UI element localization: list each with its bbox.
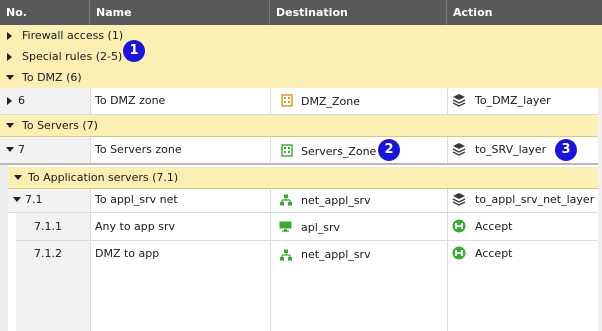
action-layer[interactable]: to_appl_srv_net_layer: [475, 193, 594, 206]
section-title: Special rules (2-5): [22, 50, 123, 63]
rule-number-cell: 7.1: [8, 189, 90, 212]
rule-number: 7: [18, 143, 25, 156]
rule-number: 7.1.1: [34, 220, 62, 233]
destination-object[interactable]: Servers_Zone: [301, 145, 376, 158]
destination-object[interactable]: net_appl_srv: [301, 248, 371, 261]
layers-icon: [452, 193, 466, 206]
layers-icon: [452, 143, 466, 156]
rulebase-table: No. Name Destination Action Firewall acc…: [0, 0, 602, 331]
callout-badge-1: 1: [123, 40, 145, 62]
table-row[interactable]: 7.1.2 DMZ to app net_appl_srv Accept: [16, 241, 602, 331]
table-row[interactable]: 7.1 To appl_srv net net_appl_srv to_appl…: [8, 189, 602, 213]
callout-badge-3: 3: [555, 139, 577, 161]
rule-name[interactable]: To appl_srv net: [95, 193, 178, 206]
table-row[interactable]: 6 To DMZ zone DMZ_Zone To_DMZ_layer: [0, 88, 602, 115]
column-action-label: Action: [453, 6, 493, 19]
column-header-name[interactable]: Name: [90, 0, 270, 25]
column-header-no[interactable]: No.: [0, 0, 90, 25]
action-layer[interactable]: To_DMZ_layer: [475, 94, 551, 107]
collapse-arrow-icon[interactable]: [6, 147, 14, 152]
section-to-application-servers[interactable]: To Application servers (7.1): [8, 167, 602, 189]
column-name-label: Name: [96, 6, 132, 19]
collapse-arrow-icon[interactable]: [13, 197, 21, 202]
rule-name[interactable]: To Servers zone: [95, 143, 182, 156]
section-title: Firewall access (1): [22, 29, 124, 42]
network-icon: [280, 194, 292, 206]
section-title: To DMZ (6): [22, 71, 82, 84]
accept-icon: [452, 219, 466, 233]
column-destination-label: Destination: [276, 6, 348, 19]
section-title: To Servers (7): [22, 119, 98, 132]
expand-arrow-icon[interactable]: [7, 97, 12, 105]
nesting-indent: [0, 165, 8, 331]
callout-badge-2: 2: [378, 139, 400, 161]
section-special-rules[interactable]: Special rules (2-5): [0, 46, 602, 68]
action-layer[interactable]: to_SRV_layer: [475, 143, 546, 156]
column-header-action[interactable]: Action: [447, 0, 602, 25]
table-row[interactable]: 7 To Servers zone Servers_Zone to_SRV_la…: [0, 137, 602, 165]
destination-object[interactable]: net_appl_srv: [301, 194, 371, 207]
collapse-arrow-icon[interactable]: [6, 75, 14, 80]
rule-number: 7.1: [25, 193, 43, 206]
table-row[interactable]: 7.1.1 Any to app srv apl_srv Accept: [16, 213, 602, 241]
scroll-edge: [598, 88, 602, 331]
action-accept[interactable]: Accept: [475, 220, 513, 233]
network-icon: [280, 249, 292, 261]
rule-number: 7.1.2: [34, 247, 62, 260]
rule-name[interactable]: Any to app srv: [95, 220, 175, 233]
destination-object[interactable]: apl_srv: [301, 221, 340, 234]
table-header: No. Name Destination Action: [0, 0, 602, 25]
zone-icon: [281, 94, 293, 107]
column-no-label: No.: [6, 6, 27, 19]
section-to-dmz[interactable]: To DMZ (6): [0, 67, 602, 89]
section-firewall-access[interactable]: Firewall access (1): [0, 25, 602, 47]
host-icon: [279, 221, 292, 232]
action-accept[interactable]: Accept: [475, 247, 513, 260]
rule-number-cell: 6: [0, 88, 90, 114]
destination-object[interactable]: DMZ_Zone: [301, 95, 360, 108]
column-header-destination[interactable]: Destination: [270, 0, 447, 25]
rule-number-cell: 7: [0, 137, 90, 163]
expand-arrow-icon[interactable]: [7, 32, 12, 40]
layers-icon: [452, 94, 466, 107]
rule-number: 6: [18, 94, 25, 107]
rule-name[interactable]: DMZ to app: [95, 247, 159, 260]
expand-arrow-icon[interactable]: [7, 53, 12, 61]
accept-icon: [452, 246, 466, 260]
rule-number-cell: 7.1.2: [16, 241, 90, 331]
rule-name[interactable]: To DMZ zone: [95, 94, 165, 107]
zone-icon: [281, 144, 293, 157]
section-to-servers[interactable]: To Servers (7): [0, 115, 602, 137]
section-title: To Application servers (7.1): [28, 171, 179, 184]
collapse-arrow-icon[interactable]: [6, 123, 14, 128]
collapse-arrow-icon[interactable]: [14, 175, 22, 180]
rule-number-cell: 7.1.1: [16, 213, 90, 240]
